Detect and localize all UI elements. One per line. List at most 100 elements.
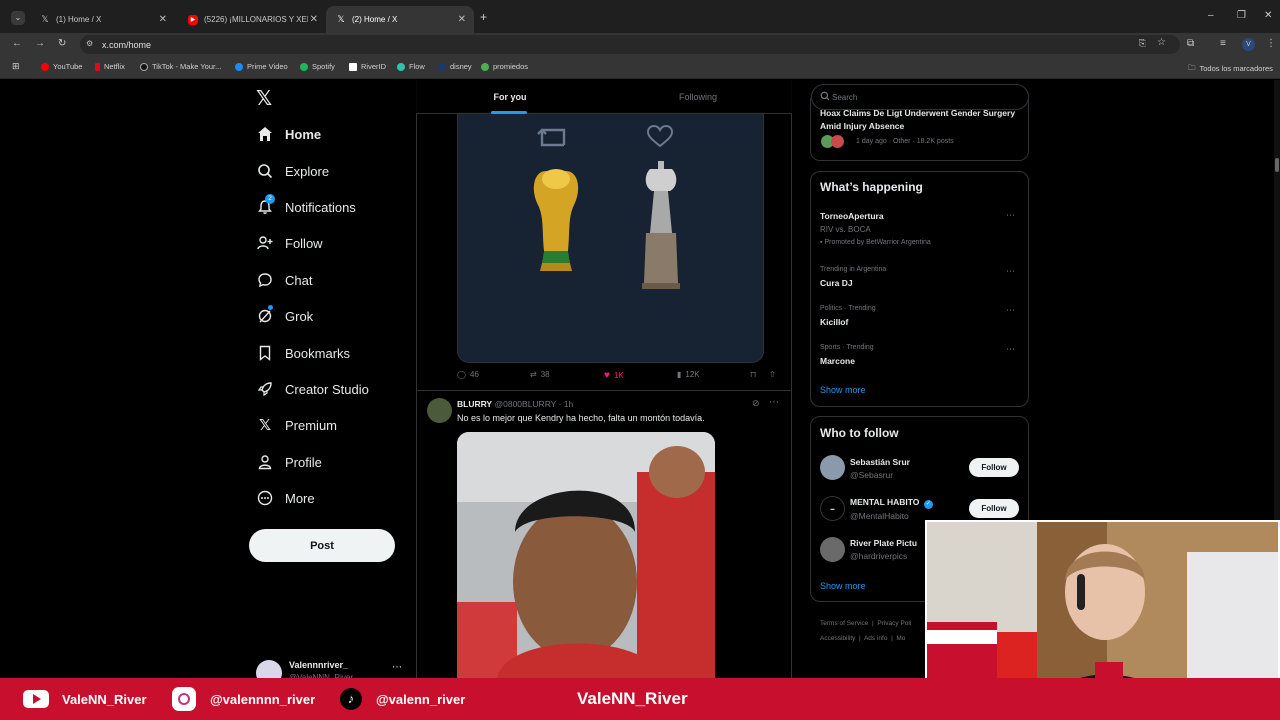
nav-chat[interactable]: Chat bbox=[256, 267, 312, 293]
bookmark-promiedos[interactable]: promiedos bbox=[481, 62, 528, 71]
more-icon[interactable]: ⋯ bbox=[1006, 266, 1015, 277]
tab-for-you[interactable]: For you bbox=[416, 80, 604, 114]
post-button[interactable]: Post bbox=[249, 529, 395, 562]
bookmark-button[interactable]: ⊓ bbox=[750, 370, 756, 379]
more-icon[interactable]: ⋯ bbox=[1006, 210, 1015, 221]
heart-filled-icon: ♥ bbox=[604, 370, 610, 381]
restore-icon[interactable]: ❐ bbox=[1237, 10, 1246, 21]
footer-link[interactable]: Privacy Poli bbox=[877, 620, 911, 627]
bookmark-spotify[interactable]: Spotify bbox=[300, 62, 335, 71]
install-icon[interactable]: ⎘ bbox=[1139, 38, 1146, 49]
site-info-icon[interactable]: ⚙ bbox=[86, 39, 93, 48]
nav-explore[interactable]: Explore bbox=[256, 158, 329, 184]
footer-link[interactable]: Accessibility bbox=[820, 635, 855, 642]
new-tab-icon[interactable]: + bbox=[480, 10, 487, 24]
news-avatars bbox=[821, 135, 851, 148]
bookmark-flow[interactable]: Flow bbox=[397, 62, 425, 71]
reload-icon[interactable]: ↻ bbox=[58, 38, 66, 49]
reply-button[interactable]: ◯ 46 bbox=[457, 370, 479, 379]
post-media-image[interactable] bbox=[457, 432, 715, 678]
menu-icon[interactable]: ⋮ bbox=[1266, 38, 1276, 49]
bookmark-riverid[interactable]: RiverID bbox=[349, 62, 386, 71]
tab-active-indicator bbox=[491, 111, 527, 114]
nav-bookmarks[interactable]: Bookmarks bbox=[256, 340, 350, 366]
trend-name[interactable]: Marcone bbox=[820, 356, 855, 366]
bookmark-netflix[interactable]: Netflix bbox=[95, 62, 125, 71]
nav-notifications[interactable]: 2 Notifications bbox=[256, 194, 356, 220]
news-meta: 1 day ago · Other · 18.2K posts bbox=[856, 138, 954, 145]
more-icon[interactable]: ⋯ bbox=[392, 662, 402, 673]
footer-link[interactable]: Terms of Service bbox=[820, 620, 868, 627]
post-handle[interactable]: @0800BLURRY bbox=[494, 399, 556, 409]
follow-button[interactable]: Follow bbox=[969, 499, 1019, 518]
nav-creator-studio[interactable]: Creator Studio bbox=[256, 376, 369, 402]
nav-more[interactable]: More bbox=[256, 485, 315, 511]
star-icon[interactable]: ☆ bbox=[1157, 37, 1166, 48]
apps-icon[interactable]: ⊞ bbox=[12, 61, 20, 72]
extensions-icon[interactable]: ⧉ bbox=[1187, 38, 1194, 49]
footer-link[interactable]: Ads info bbox=[864, 635, 888, 642]
post-media-image[interactable] bbox=[457, 112, 764, 363]
follow-button[interactable]: Follow bbox=[969, 458, 1019, 477]
views-button[interactable]: ▮ 12K bbox=[677, 370, 700, 379]
post-author[interactable]: BLURRY bbox=[457, 399, 492, 409]
nav-grok[interactable]: Grok bbox=[256, 303, 313, 329]
suggestion-name-row[interactable]: MENTAL HABITO ✓ bbox=[850, 497, 933, 509]
back-icon[interactable]: ← bbox=[12, 38, 22, 49]
forward-icon[interactable]: → bbox=[35, 38, 45, 49]
footer-link[interactable]: Mo bbox=[896, 635, 905, 642]
close-icon[interactable]: ✕ bbox=[159, 14, 167, 25]
bookmark-prime-video[interactable]: Prime Video bbox=[235, 62, 288, 71]
close-icon[interactable]: ✕ bbox=[458, 14, 466, 25]
banner-text: ValeNN_River bbox=[62, 691, 147, 707]
avatar[interactable]: V bbox=[1242, 38, 1255, 51]
nav-profile[interactable]: Profile bbox=[256, 449, 322, 475]
news-headline[interactable]: Hoax Claims De Ligt Underwent Gender Sur… bbox=[820, 107, 1020, 132]
trend-name[interactable]: Cura DJ bbox=[820, 278, 853, 288]
media-icon[interactable]: ≡ bbox=[1220, 38, 1226, 49]
show-more-link[interactable]: Show more bbox=[820, 385, 866, 395]
netflix-icon bbox=[95, 62, 100, 71]
post-author-avatar[interactable] bbox=[427, 398, 452, 423]
nav-home[interactable]: Home bbox=[256, 121, 321, 147]
tab-following[interactable]: Following bbox=[604, 80, 792, 114]
reply-count: 46 bbox=[469, 370, 479, 379]
more-icon[interactable]: ⋯ bbox=[769, 397, 779, 408]
bookmark-label: disney bbox=[450, 62, 472, 71]
nav-premium[interactable]: 𝕏 Premium bbox=[256, 412, 337, 438]
browser-tab-active[interactable]: 𝕏 (2) Home / X ✕ bbox=[326, 6, 474, 33]
browser-tab[interactable]: 𝕏 (1) Home / X ✕ bbox=[30, 6, 175, 33]
trend-name[interactable]: Kicillof bbox=[820, 317, 848, 327]
url-field[interactable]: ⚙ x.com/home ⎘ ☆ bbox=[80, 35, 1180, 54]
spotify-icon bbox=[300, 62, 308, 71]
like-button[interactable]: ♥ 1K bbox=[604, 370, 624, 381]
all-bookmarks[interactable]: 🗀 Todos los marcadores bbox=[1188, 62, 1273, 75]
bookmark-youtube[interactable]: YouTube bbox=[41, 62, 82, 71]
more-icon[interactable]: ⋯ bbox=[1006, 344, 1015, 355]
browser-tab[interactable]: ▶ (5226) ¡MILLONARIOS Y XENEIZ ✕ bbox=[178, 6, 326, 33]
tab-search-icon[interactable]: ⌄ bbox=[11, 11, 25, 25]
avatar[interactable] bbox=[820, 455, 845, 480]
share-button[interactable]: ⇧ bbox=[769, 370, 776, 379]
tab-title: (5226) ¡MILLONARIOS Y XENEIZ bbox=[204, 15, 308, 24]
more-icon[interactable]: ⋯ bbox=[1006, 305, 1015, 316]
bookmark-disney[interactable]: disney bbox=[438, 62, 472, 71]
bookmark-tiktok[interactable]: TikTok - Make Your... bbox=[140, 62, 221, 71]
promiedos-icon bbox=[481, 62, 489, 71]
minimize-icon[interactable]: – bbox=[1208, 10, 1214, 21]
close-icon[interactable]: ✕ bbox=[310, 14, 318, 25]
suggestion-name[interactable]: River Plate Pictu bbox=[850, 538, 917, 548]
suggestion-name[interactable]: Sebastián Srur bbox=[850, 457, 910, 467]
close-window-icon[interactable]: ✕ bbox=[1264, 10, 1272, 21]
scrollbar-thumb[interactable] bbox=[1275, 158, 1279, 172]
post-time[interactable]: · 1h bbox=[559, 399, 574, 409]
avatar[interactable] bbox=[820, 537, 845, 562]
nav-follow[interactable]: Follow bbox=[256, 230, 323, 256]
bookmark-label: promiedos bbox=[493, 62, 529, 71]
grok-icon[interactable]: ⊘ bbox=[752, 398, 760, 409]
avatar[interactable]: ▬ bbox=[820, 496, 845, 521]
post-text: No es lo mejor que Kendry ha hecho, falt… bbox=[457, 413, 705, 423]
show-more-link[interactable]: Show more bbox=[820, 581, 866, 591]
x-logo-icon[interactable]: 𝕏 bbox=[256, 86, 272, 111]
repost-button[interactable]: ⇄ 38 bbox=[530, 370, 550, 379]
